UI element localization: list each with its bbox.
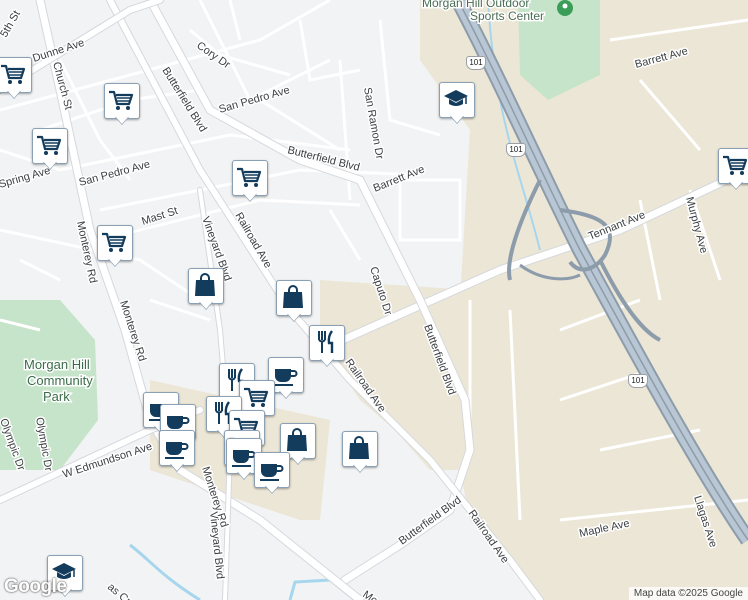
map-marker-shop[interactable] [188,268,224,312]
shield-number: 101 [509,145,523,154]
map-marker-grocery[interactable] [718,148,748,192]
map-marker-grocery[interactable] [0,57,32,101]
map-marker-cafe[interactable] [159,430,195,474]
highway-101-shield-top: 101 [466,56,486,70]
map-attribution[interactable]: Map data ©2025 Google [628,587,748,600]
label-park: Park [43,389,70,404]
highway-101-shield-low: 101 [628,374,648,388]
map-canvas[interactable]: Morgan Hill Outdoor Sports Center Barret… [0,0,748,600]
label-community: Community [27,373,93,388]
label-sports-center-2: Sports Center [470,9,544,23]
label-morgan-hill: Morgan Hill [24,357,90,372]
google-logo: Google [4,576,67,597]
map-marker-restaurant[interactable] [309,325,345,369]
place-pin-icon[interactable] [557,0,573,16]
shield-number: 101 [469,58,483,67]
map-marker-shop[interactable] [342,431,378,475]
map-marker-school[interactable] [439,82,475,126]
map-marker-grocery[interactable] [97,225,133,269]
map-marker-shop[interactable] [276,280,312,324]
map-marker-grocery[interactable] [232,160,268,204]
map-marker-cafe[interactable] [254,452,290,496]
map-marker-grocery[interactable] [32,128,68,172]
shield-number: 101 [631,376,645,385]
highway-101-shield-mid: 101 [506,143,526,157]
map-marker-grocery[interactable] [104,83,140,127]
